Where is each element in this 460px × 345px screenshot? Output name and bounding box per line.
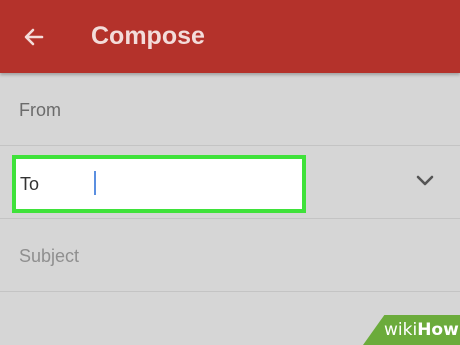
subject-input[interactable]: Subject	[19, 246, 79, 267]
subject-row[interactable]: Subject	[0, 218, 460, 292]
from-label: From	[19, 100, 61, 120]
expand-recipients-button[interactable]	[410, 167, 440, 195]
to-row: To	[0, 145, 460, 219]
from-row[interactable]: From	[0, 73, 460, 146]
watermark-logo: wikiHow	[384, 320, 459, 340]
to-field[interactable]: To	[12, 155, 306, 213]
arrow-left-icon	[24, 28, 44, 46]
chevron-down-icon	[416, 175, 434, 186]
page-title: Compose	[91, 22, 205, 50]
back-button[interactable]	[14, 20, 54, 54]
watermark-suffix: How	[417, 320, 459, 340]
app-bar: Compose	[0, 0, 460, 73]
text-cursor	[94, 171, 96, 195]
watermark-prefix: wiki	[384, 320, 418, 340]
to-label: To	[20, 174, 40, 194]
